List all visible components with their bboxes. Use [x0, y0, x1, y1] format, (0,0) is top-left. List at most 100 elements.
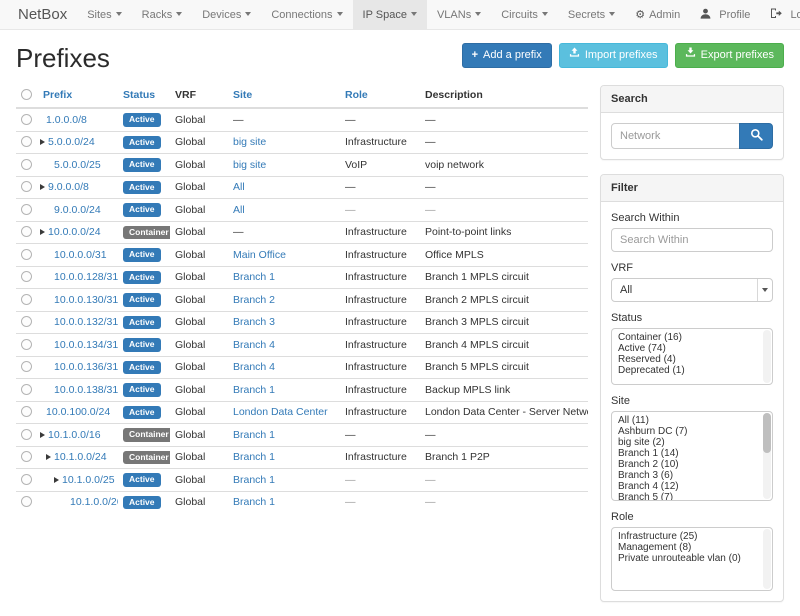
- column-header-role[interactable]: Role: [340, 85, 420, 108]
- prefix-link[interactable]: 10.0.0.136/31: [54, 361, 118, 373]
- listbox-option[interactable]: Branch 1 (14): [612, 448, 772, 459]
- nav-item-racks[interactable]: Racks: [132, 0, 193, 29]
- listbox-option[interactable]: Private unrouteable vlan (0): [612, 553, 772, 564]
- nav-item-sites[interactable]: Sites: [77, 0, 131, 29]
- scrollbar-thumb[interactable]: [763, 413, 771, 453]
- nav-item-vlans[interactable]: VLANs: [427, 0, 491, 29]
- site-link[interactable]: Branch 1: [233, 474, 275, 486]
- nav-item-admin[interactable]: ⚙Admin: [625, 0, 690, 29]
- listbox-option[interactable]: Infrastructure (25): [612, 531, 772, 542]
- import-prefixes-button[interactable]: Import prefixes: [559, 43, 668, 68]
- prefix-link[interactable]: 10.0.0.130/31: [54, 294, 118, 306]
- add-prefix-button[interactable]: +Add a prefix: [462, 43, 552, 68]
- row-checkbox[interactable]: [21, 181, 32, 192]
- listbox-option[interactable]: Branch 2 (10): [612, 459, 772, 470]
- prefix-link[interactable]: 10.1.0.0/16: [48, 429, 101, 441]
- column-header-site[interactable]: Site: [228, 85, 340, 108]
- row-checkbox[interactable]: [21, 429, 32, 440]
- row-checkbox[interactable]: [21, 451, 32, 462]
- row-checkbox[interactable]: [21, 159, 32, 170]
- search-button[interactable]: [739, 123, 773, 149]
- nav-item-circuits[interactable]: Circuits: [491, 0, 558, 29]
- prefix-link[interactable]: 10.0.0.138/31: [54, 384, 118, 396]
- listbox-option[interactable]: All (11): [612, 415, 772, 426]
- site-link[interactable]: Branch 4: [233, 361, 275, 373]
- select-all-checkbox[interactable]: [21, 89, 32, 100]
- listbox-option[interactable]: Management (8): [612, 542, 772, 553]
- site-link[interactable]: Branch 1: [233, 496, 275, 508]
- row-checkbox[interactable]: [21, 339, 32, 350]
- nav-item-log-out[interactable]: Log out: [760, 0, 800, 29]
- listbox-option[interactable]: Branch 3 (6): [612, 470, 772, 481]
- listbox-option[interactable]: Reserved (4): [612, 354, 772, 365]
- export-prefixes-button[interactable]: Export prefixes: [675, 43, 784, 68]
- row-checkbox[interactable]: [21, 496, 32, 507]
- prefix-link[interactable]: 10.0.0.128/31: [54, 271, 118, 283]
- site-link[interactable]: Branch 3: [233, 316, 275, 328]
- listbox-option[interactable]: Active (74): [612, 343, 772, 354]
- row-checkbox[interactable]: [21, 406, 32, 417]
- vrf-select[interactable]: All: [611, 278, 773, 302]
- status-listbox[interactable]: Container (16)Active (74)Reserved (4)Dep…: [611, 328, 773, 385]
- search-input[interactable]: [611, 123, 740, 149]
- role-listbox[interactable]: Infrastructure (25)Management (8)Private…: [611, 527, 773, 591]
- row-checkbox[interactable]: [21, 384, 32, 395]
- row-checkbox[interactable]: [21, 271, 32, 282]
- site-link[interactable]: London Data Center: [233, 406, 328, 418]
- site-link[interactable]: Branch 1: [233, 451, 275, 463]
- site-link[interactable]: Main Office: [233, 249, 286, 261]
- row-checkbox[interactable]: [21, 114, 32, 125]
- column-header-status[interactable]: Status: [118, 85, 170, 108]
- site-link[interactable]: Branch 1: [233, 429, 275, 441]
- site-link[interactable]: Branch 4: [233, 339, 275, 351]
- nav-item-connections[interactable]: Connections: [261, 0, 352, 29]
- nav-item-devices[interactable]: Devices: [192, 0, 261, 29]
- listbox-option[interactable]: Branch 5 (7): [612, 492, 772, 501]
- scrollbar-track[interactable]: [763, 529, 771, 589]
- site-link[interactable]: big site: [233, 136, 266, 148]
- row-checkbox[interactable]: [21, 226, 32, 237]
- status-badge: Container: [123, 226, 170, 240]
- row-checkbox[interactable]: [21, 361, 32, 372]
- listbox-option[interactable]: Container (16): [612, 332, 772, 343]
- prefix-link[interactable]: 10.1.0.0/25: [62, 474, 115, 486]
- prefix-link[interactable]: 10.0.0.132/31: [54, 316, 118, 328]
- empty-value: —: [233, 226, 244, 238]
- prefix-link[interactable]: 10.1.0.0/26: [70, 496, 118, 508]
- prefix-link[interactable]: 10.0.100.0/24: [46, 406, 110, 418]
- prefix-link[interactable]: 9.0.0.0/24: [54, 204, 101, 216]
- prefix-link[interactable]: 5.0.0.0/24: [48, 136, 95, 148]
- search-within-input[interactable]: [611, 228, 773, 252]
- row-checkbox[interactable]: [21, 294, 32, 305]
- listbox-option[interactable]: Ashburn DC (7): [612, 426, 772, 437]
- nav-item-ip-space[interactable]: IP Space: [353, 0, 427, 29]
- site-link[interactable]: big site: [233, 159, 266, 171]
- site-link[interactable]: Branch 1: [233, 271, 275, 283]
- scrollbar-track[interactable]: [763, 330, 771, 383]
- row-checkbox[interactable]: [21, 474, 32, 485]
- site-link[interactable]: Branch 1: [233, 384, 275, 396]
- listbox-option[interactable]: Deprecated (1): [612, 365, 772, 376]
- site-listbox[interactable]: All (11)Ashburn DC (7)big site (2)Branch…: [611, 411, 773, 501]
- listbox-option[interactable]: big site (2): [612, 437, 772, 448]
- listbox-option[interactable]: Branch 4 (12): [612, 481, 772, 492]
- caret-down-icon: [609, 12, 615, 16]
- site-link[interactable]: All: [233, 181, 245, 193]
- nav-item-profile[interactable]: Profile: [690, 0, 760, 29]
- nav-item-secrets[interactable]: Secrets: [558, 0, 625, 29]
- prefix-link[interactable]: 9.0.0.0/8: [48, 181, 89, 193]
- site-link[interactable]: All: [233, 204, 245, 216]
- prefix-link[interactable]: 10.1.0.0/24: [54, 451, 107, 463]
- prefix-link[interactable]: 1.0.0.0/8: [46, 114, 87, 126]
- row-checkbox[interactable]: [21, 204, 32, 215]
- prefix-link[interactable]: 10.0.0.0/31: [54, 249, 107, 261]
- row-checkbox[interactable]: [21, 136, 32, 147]
- row-checkbox[interactable]: [21, 249, 32, 260]
- prefix-link[interactable]: 10.0.0.134/31: [54, 339, 118, 351]
- prefix-link[interactable]: 5.0.0.0/25: [54, 159, 101, 171]
- row-checkbox[interactable]: [21, 316, 32, 327]
- prefix-link[interactable]: 10.0.0.0/24: [48, 226, 101, 238]
- brand-link[interactable]: NetBox: [8, 0, 77, 29]
- site-link[interactable]: Branch 2: [233, 294, 275, 306]
- column-header-prefix[interactable]: Prefix: [38, 85, 118, 108]
